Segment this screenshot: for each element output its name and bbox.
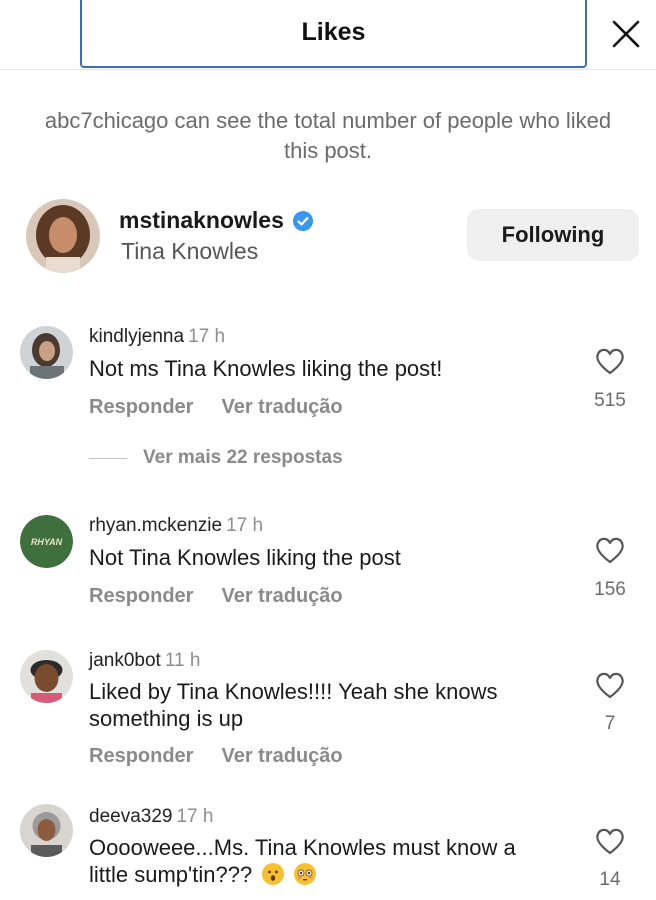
likes-visibility-notice: abc7chicago can see the total number of … xyxy=(44,108,612,163)
comment-timestamp: 17 h xyxy=(226,515,264,536)
heart-icon[interactable] xyxy=(594,535,626,565)
see-translation-button[interactable]: Ver tradução xyxy=(221,745,342,768)
hushed-face-emoji xyxy=(262,863,285,885)
heart-icon[interactable] xyxy=(594,670,626,700)
reply-button[interactable]: Responder xyxy=(89,396,193,419)
comment-timestamp: 17 h xyxy=(188,326,226,347)
liker-username-row[interactable]: mstinaknowles xyxy=(119,207,314,234)
comment-username[interactable]: kindlyjenna 17 h xyxy=(89,326,225,348)
page-title: Likes xyxy=(301,18,366,46)
liker-display-name: Tina Knowles xyxy=(121,238,259,264)
comment-timestamp: 17 h xyxy=(176,806,214,827)
comment-text: Liked by Tina Knowles!!!! Yeah she knows… xyxy=(89,679,498,731)
see-translation-button[interactable]: Ver tradução xyxy=(221,585,342,608)
comment-username[interactable]: jank0bot 11 h xyxy=(89,650,200,672)
comment-username[interactable]: deeva329 17 h xyxy=(89,806,213,828)
divider xyxy=(89,457,127,459)
following-button[interactable]: Following xyxy=(467,209,639,261)
avatar-text: RHYAN xyxy=(31,537,63,547)
comment-actions: Responder Ver tradução xyxy=(89,745,343,768)
view-more-replies-label[interactable]: Ver mais 22 respostas xyxy=(143,447,343,469)
liker-username[interactable]: mstinaknowles xyxy=(119,207,284,234)
avatar[interactable] xyxy=(20,650,73,703)
reply-button[interactable]: Responder xyxy=(89,585,193,608)
comment-actions: Responder Ver tradução xyxy=(89,585,343,608)
like-count: 156 xyxy=(594,579,626,600)
avatar[interactable]: RHYAN xyxy=(20,515,73,568)
like-count: 515 xyxy=(594,390,626,411)
like-count: 14 xyxy=(599,869,621,890)
avatar[interactable] xyxy=(20,804,73,857)
comment-text: Not Tina Knowles liking the post xyxy=(89,545,401,570)
avatar[interactable] xyxy=(20,326,73,379)
comment-timestamp: 11 h xyxy=(164,650,201,671)
comment-actions: Responder Ver tradução xyxy=(89,396,343,419)
see-translation-button[interactable]: Ver tradução xyxy=(221,396,342,419)
comment-username[interactable]: rhyan.mckenzie 17 h xyxy=(89,515,263,537)
comment-text: Not ms Tina Knowles liking the post! xyxy=(89,356,443,381)
flushed-face-emoji xyxy=(294,863,317,885)
heart-icon[interactable] xyxy=(594,346,626,376)
likes-header: Likes xyxy=(0,0,656,70)
avatar[interactable] xyxy=(26,199,100,273)
verified-badge-icon xyxy=(292,210,313,231)
reply-button[interactable]: Responder xyxy=(89,745,193,768)
heart-icon[interactable] xyxy=(594,826,626,856)
view-more-replies[interactable]: Ver mais 22 respostas xyxy=(89,447,343,469)
like-count: 7 xyxy=(604,713,616,734)
comment-text: Ooooweee...Ms. Tina Knowles must know a … xyxy=(89,835,516,887)
close-icon[interactable] xyxy=(608,16,644,52)
